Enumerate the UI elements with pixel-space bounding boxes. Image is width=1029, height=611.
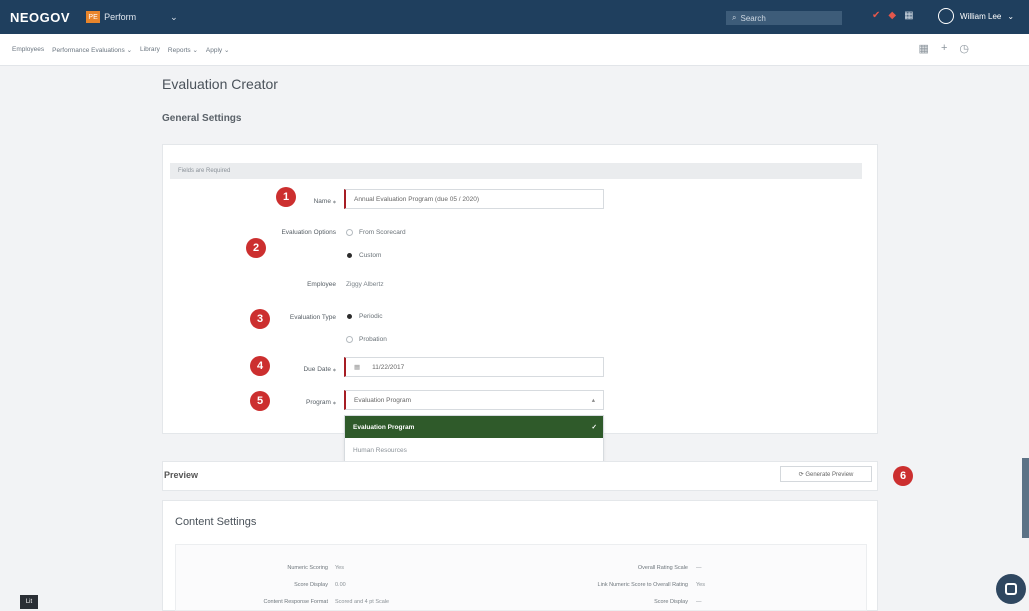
setting-label: Content Response Format — [263, 599, 328, 605]
chevron-up-icon: ▴ — [591, 397, 595, 404]
radio-probation[interactable]: Probation — [346, 336, 387, 343]
dropdown-option-human-resources[interactable]: Human Resources — [345, 438, 603, 462]
setting-label: Score Display — [294, 582, 328, 588]
nav-reports[interactable]: Reports ⌄ — [168, 46, 198, 54]
setting-value: Yes — [696, 582, 705, 588]
app-logo[interactable]: NEOGOV — [10, 10, 70, 25]
nav-library[interactable]: Library — [140, 46, 160, 53]
search-icon: ⌕ — [732, 13, 737, 22]
radio-label: Periodic — [359, 313, 383, 320]
radio-circle — [346, 336, 353, 343]
chat-help-button[interactable] — [996, 574, 1026, 604]
evaluation-type-label: Evaluation Type — [289, 314, 336, 321]
program-dropdown: Evaluation Program ✓ Human Resources — [344, 415, 604, 463]
grid-icon[interactable]: ▦ — [904, 10, 913, 21]
notifications-icon[interactable]: ◆ — [888, 10, 896, 21]
due-date-field[interactable]: ▦ 11/22/2017 — [344, 357, 604, 377]
name-field[interactable]: Annual Evaluation Program (due 05 / 2020… — [344, 189, 604, 209]
generate-preview-button[interactable]: ⟳ Generate Preview — [780, 466, 872, 482]
option-label: Evaluation Program — [353, 423, 415, 431]
program-label: Program ⁎ — [306, 399, 336, 406]
corner-button[interactable]: Lit — [20, 595, 38, 609]
search-input[interactable]: ⌕ Search — [726, 11, 842, 25]
option-label: Human Resources — [353, 446, 407, 454]
add-icon[interactable]: + — [941, 42, 947, 55]
setting-value: Yes — [335, 565, 344, 571]
nav-bar: Employees Performance Evaluations ⌄ Libr… — [0, 34, 1029, 66]
user-name: William Lee — [960, 11, 1002, 21]
dropdown-option-evaluation-program[interactable]: Evaluation Program ✓ — [345, 416, 603, 438]
avatar — [938, 8, 954, 24]
setting-label: Link Numeric Score to Overall Rating — [597, 582, 688, 588]
program-select[interactable]: Evaluation Program ▴ — [344, 390, 604, 410]
chat-icon — [1005, 583, 1017, 595]
setting-value: — — [696, 599, 702, 605]
nav-employees[interactable]: Employees — [12, 46, 44, 53]
clock-icon[interactable]: ◷ — [959, 42, 969, 55]
general-settings-title: General Settings — [162, 113, 242, 124]
setting-value: — — [696, 565, 702, 571]
step-marker-6: 6 — [893, 466, 913, 486]
due-date-value: 11/22/2017 — [372, 363, 405, 371]
radio-label: Probation — [359, 336, 387, 343]
nav-performance-evaluations[interactable]: Performance Evaluations ⌄ — [52, 46, 132, 54]
radio-label: From Scorecard — [359, 229, 406, 236]
evaluation-options-label: Evaluation Options — [281, 229, 336, 236]
radio-periodic[interactable]: Periodic — [346, 313, 382, 320]
setting-label: Score Display — [654, 599, 688, 605]
top-icons: ✔ ◆ ▦ — [872, 10, 914, 21]
employee-value: Ziggy Albertz — [346, 281, 384, 288]
calendar-icon[interactable]: ▦ — [354, 363, 360, 371]
step-marker-2: 2 — [246, 238, 266, 258]
nav-apply[interactable]: Apply ⌄ — [206, 46, 230, 54]
chevron-down-icon: ⌄ — [1007, 11, 1015, 21]
preview-bar — [162, 461, 878, 491]
product-switcher[interactable]: PE Perform ⌄ — [86, 11, 178, 23]
preview-title: Preview — [164, 470, 199, 480]
chevron-down-icon: ⌄ — [170, 11, 178, 22]
radio-circle — [346, 229, 353, 236]
page-title: Evaluation Creator — [162, 76, 278, 92]
due-date-label: Due Date ⁎ — [303, 366, 336, 373]
employee-label: Employee — [307, 281, 336, 288]
required-fields-note: Fields are Required — [170, 163, 862, 179]
radio-custom[interactable]: Custom — [346, 252, 381, 259]
setting-label: Overall Rating Scale — [637, 565, 688, 571]
calendar-icon[interactable]: ▦ — [919, 42, 929, 55]
check-icon: ✓ — [591, 424, 597, 431]
radio-circle-selected — [347, 253, 352, 258]
program-selected-value: Evaluation Program — [354, 396, 412, 404]
radio-label: Custom — [359, 252, 382, 259]
feedback-side-tab[interactable] — [1022, 458, 1029, 538]
radio-circle-selected — [347, 314, 352, 319]
tasks-icon[interactable]: ✔ — [872, 10, 880, 21]
search-placeholder: Search — [740, 13, 766, 23]
setting-value: Scored and 4 pt Scale — [335, 599, 390, 605]
user-menu[interactable]: William Lee ⌄ — [938, 8, 1014, 24]
product-name: Perform — [104, 12, 137, 22]
name-label: Name ⁎ — [313, 198, 336, 205]
content-settings-title: Content Settings — [175, 516, 257, 528]
radio-from-scorecard[interactable]: From Scorecard — [346, 229, 406, 236]
setting-value: 0.00 — [335, 582, 346, 588]
setting-label: Numeric Scoring — [287, 565, 328, 571]
nav-icons: ▦ + ◷ — [919, 42, 969, 55]
product-badge: PE — [86, 11, 101, 23]
